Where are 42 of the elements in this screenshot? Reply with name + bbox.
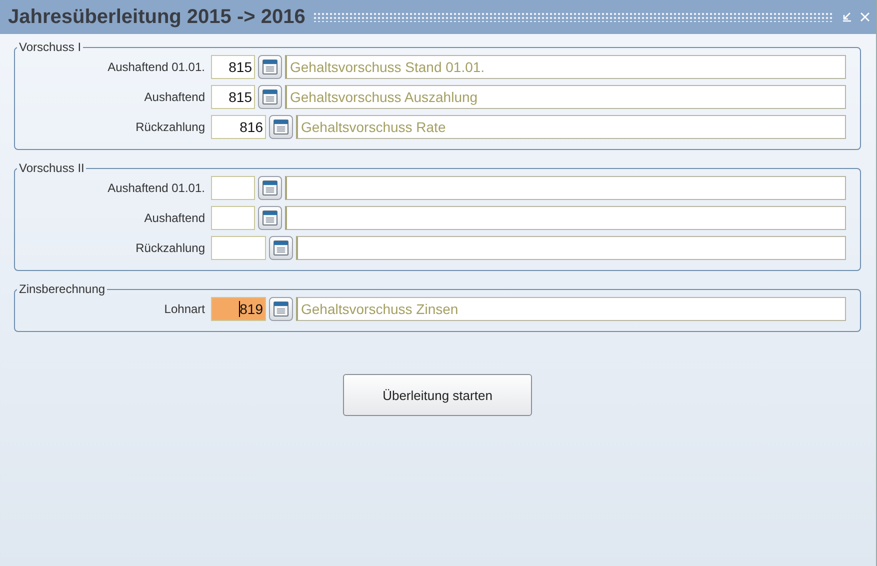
code-field[interactable]: [211, 236, 266, 260]
field-label: Rückzahlung: [134, 241, 205, 255]
lookup-button[interactable]: [269, 236, 293, 260]
text-cursor: [238, 301, 240, 317]
group-title: Vorschuss I: [18, 40, 82, 54]
description-field: Gehaltsvorschuss Stand 01.01.: [285, 55, 846, 79]
group-title: Vorschuss II: [18, 161, 86, 175]
field-label: Rückzahlung: [134, 120, 205, 134]
field-label: Aushaftend 01.01.: [106, 60, 205, 74]
list-icon: [272, 118, 290, 136]
code-field[interactable]: 815: [211, 85, 255, 109]
lookup-button[interactable]: [258, 206, 282, 230]
list-icon: [261, 58, 279, 76]
field-label: Aushaftend 01.01.: [106, 181, 205, 195]
description-field: Gehaltsvorschuss Auszahlung: [285, 85, 846, 109]
lookup-button[interactable]: [269, 297, 293, 321]
group-title: Zinsberechnung: [18, 282, 106, 296]
window-title: Jahresüberleitung 2015 -> 2016: [8, 6, 306, 28]
field-label: Aushaftend: [143, 90, 205, 104]
code-text: 815: [228, 59, 252, 75]
list-icon: [272, 300, 290, 318]
code-field[interactable]: [211, 206, 255, 230]
description-field: Gehaltsvorschuss Rate: [296, 115, 846, 139]
list-icon: [261, 88, 279, 106]
code-field[interactable]: 815: [211, 55, 255, 79]
code-text: 819: [240, 301, 263, 317]
code-field[interactable]: 819: [211, 297, 266, 321]
lookup-button[interactable]: [258, 176, 282, 200]
lookup-button[interactable]: [258, 85, 282, 109]
field-label: Lohnart: [163, 302, 205, 316]
list-icon: [261, 179, 279, 197]
description-field: Gehaltsvorschuss Zinsen: [296, 297, 846, 321]
code-field[interactable]: 816: [211, 115, 266, 139]
list-icon: [272, 239, 290, 257]
lookup-button[interactable]: [258, 55, 282, 79]
list-icon: [261, 209, 279, 227]
lookup-button[interactable]: [269, 115, 293, 139]
start-button[interactable]: Überleitung starten: [343, 374, 532, 416]
code-text: 815: [228, 89, 252, 105]
code-text: 816: [240, 119, 263, 135]
field-label: Aushaftend: [143, 211, 205, 225]
code-field[interactable]: [211, 176, 255, 200]
